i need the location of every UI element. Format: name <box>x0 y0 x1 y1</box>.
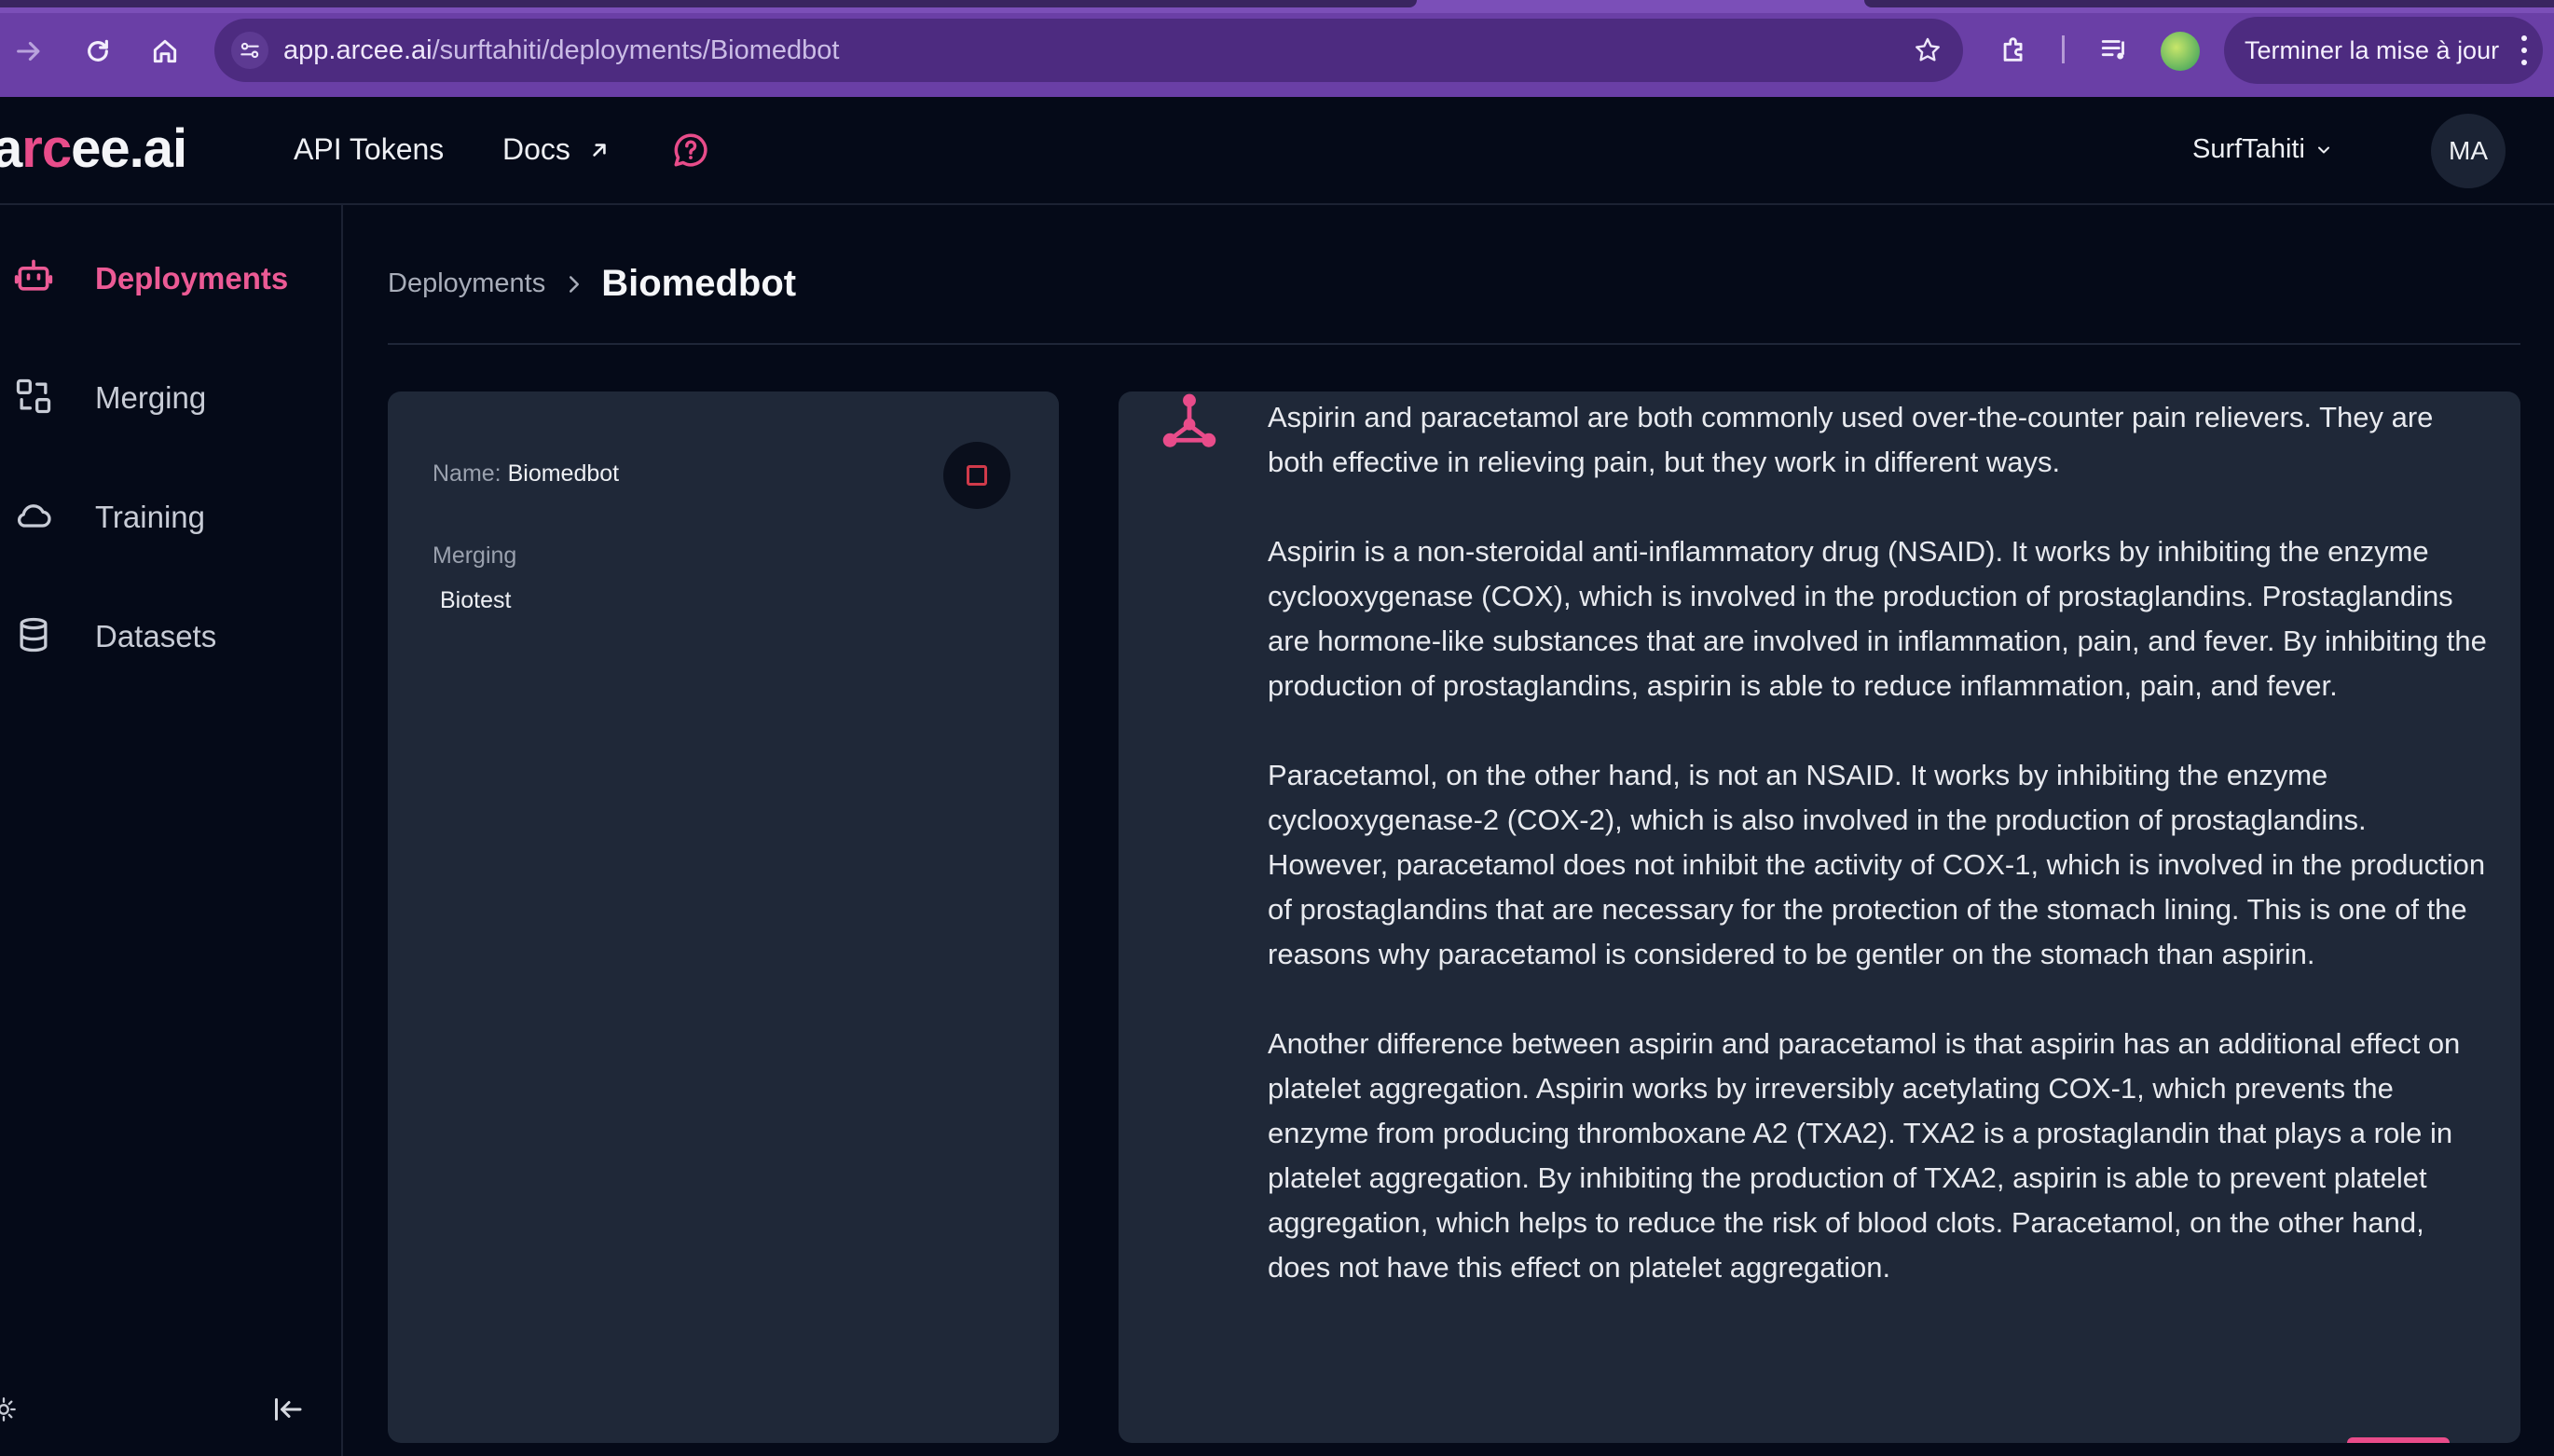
user-avatar[interactable]: MA <box>2431 114 2506 188</box>
stop-deployment-button[interactable] <box>943 442 1010 509</box>
extensions-icon[interactable] <box>1993 28 2036 71</box>
url-host: app.arcee.ai <box>283 35 433 65</box>
sidebar-item-label: Deployments <box>95 261 289 295</box>
home-icon[interactable] <box>144 30 186 73</box>
message-paragraph: Paracetamol, on the other hand, is not a… <box>1268 759 2486 970</box>
sidebar: Deployments Merging Training Datasets <box>0 203 343 1456</box>
merging-value: Biotest <box>440 587 512 613</box>
sidebar-item-label: Training <box>95 500 205 534</box>
database-icon <box>20 617 48 652</box>
deployment-name-label: Name: <box>433 460 501 487</box>
site-settings-icon[interactable] <box>231 32 268 69</box>
chat-panel: Aspirin and paracetamol are both commonl… <box>1119 391 2520 1443</box>
breadcrumb: Deployments Biomedbot <box>388 263 796 305</box>
bookmark-star-icon[interactable] <box>1907 30 1948 71</box>
logo-prefix: a <box>0 118 22 179</box>
deployment-name-row: Name: Biomedbot <box>433 460 619 488</box>
profile-avatar[interactable] <box>2161 32 2200 71</box>
url-path: /surftahiti/deployments/Biomedbot <box>432 35 840 65</box>
header-divider <box>388 343 2520 345</box>
browser-tab[interactable] <box>0 0 1417 7</box>
cloud-icon <box>17 504 51 528</box>
stop-icon <box>967 465 987 486</box>
workspace-selector[interactable]: SurfTahiti <box>2192 134 2333 165</box>
browser-tab[interactable] <box>1864 0 2554 7</box>
sidebar-item-training[interactable]: Training <box>0 483 341 548</box>
url-text[interactable]: app.arcee.ai/surftahiti/deployments/Biom… <box>283 35 839 66</box>
update-browser-button[interactable]: Terminer la mise à jour <box>2224 17 2543 84</box>
toolbar-separator <box>2062 35 2065 63</box>
browser-chrome: app.arcee.ai/surftahiti/deployments/Biom… <box>0 0 2554 97</box>
media-queue-icon[interactable] <box>2094 28 2136 71</box>
address-bar[interactable]: app.arcee.ai/surftahiti/deployments/Biom… <box>214 19 1963 82</box>
chevron-down-icon <box>2317 146 2329 153</box>
scroll-indicator <box>2347 1437 2450 1443</box>
message-paragraph: Aspirin is a non-steroidal anti-inflamma… <box>1268 535 2487 702</box>
nav-docs[interactable]: Docs <box>502 132 611 167</box>
chevron-right-icon <box>570 275 580 293</box>
bot-avatar-icon <box>1162 393 1216 447</box>
reload-icon[interactable] <box>76 30 119 73</box>
sidebar-item-label: Merging <box>95 380 207 415</box>
forward-icon[interactable] <box>7 30 50 73</box>
sidebar-item-merging[interactable]: Merging <box>0 364 341 429</box>
sidebar-item-datasets[interactable]: Datasets <box>0 602 341 667</box>
workspace-name: SurfTahiti <box>2192 134 2305 164</box>
nav-docs-label: Docs <box>502 132 570 166</box>
sidebar-item-label: Datasets <box>95 619 217 653</box>
external-link-icon <box>593 143 606 157</box>
tab-strip <box>0 0 2554 13</box>
bot-message: Aspirin and paracetamol are both commonl… <box>1268 395 2489 1335</box>
robot-icon <box>14 259 53 291</box>
arcee-logo[interactable]: arcee.ai <box>0 117 187 180</box>
logo-accent: rc <box>21 118 72 179</box>
message-paragraph: Another difference between aspirin and p… <box>1268 1027 2461 1284</box>
update-browser-label: Terminer la mise à jour <box>2245 35 2500 64</box>
theme-toggle-icon[interactable] <box>0 1396 17 1422</box>
merge-icon <box>16 378 51 414</box>
page-title: Biomedbot <box>601 263 797 304</box>
sidebar-item-deployments[interactable]: Deployments <box>0 244 341 309</box>
more-menu-icon[interactable] <box>2520 35 2528 65</box>
nav-api-tokens[interactable]: API Tokens <box>294 132 444 167</box>
breadcrumb-deployments[interactable]: Deployments <box>388 268 545 299</box>
deployment-name-value: Biomedbot <box>507 460 620 487</box>
logo-suffix: ee.ai <box>71 118 187 179</box>
deployment-info-card: Name: Biomedbot Merging Biotest <box>388 391 1059 1443</box>
merging-label: Merging <box>433 543 517 569</box>
app-header: arcee.ai API Tokens Docs SurfTahiti MA <box>0 97 2554 205</box>
message-paragraph: Aspirin and paracetamol are both commonl… <box>1268 401 2434 478</box>
collapse-sidebar-icon[interactable] <box>270 1393 308 1426</box>
help-chat-icon[interactable] <box>671 130 710 170</box>
